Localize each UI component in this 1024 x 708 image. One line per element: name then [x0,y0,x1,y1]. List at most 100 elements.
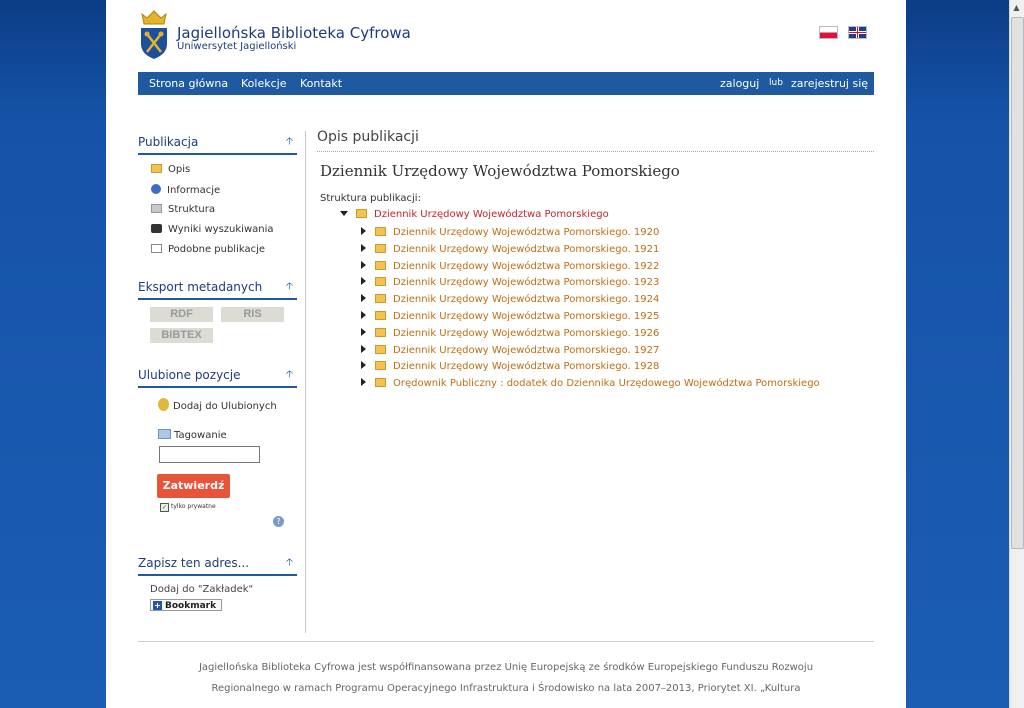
tree-child-label[interactable]: Dziennik Urzędowy Województwa Pomorskieg… [393,261,659,272]
tree-child-item[interactable]: Dziennik Urzędowy Województwa Pomorskieg… [361,227,659,238]
tree-child-item[interactable]: Dziennik Urzędowy Województwa Pomorskieg… [361,294,659,305]
sidebar-item-description[interactable]: Opis [151,164,190,175]
collapse-arrow-icon[interactable]: 🡡 [286,279,293,296]
tree-child-item[interactable]: Dziennik Urzędowy Województwa Pomorskieg… [361,244,659,255]
page: Jagiellońska Biblioteka Cyfrowa Uniwersy… [106,0,906,708]
folder-icon [151,164,162,173]
tree-child-item[interactable]: Dziennik Urzędowy Województwa Pomorskieg… [361,311,659,322]
publication-heading-label: Publikacja [138,135,199,149]
tagging-label: Tagowanie [158,429,227,441]
site-subtitle: Uniwersytet Jagielloński [177,41,297,52]
sidebar-item-label: Struktura [168,204,216,215]
vertical-scrollbar[interactable]: ▲ [1009,0,1024,708]
submit-button[interactable]: Zatwierdź [157,474,230,498]
folder-icon [375,277,386,286]
expand-right-arrow-icon[interactable] [361,345,366,353]
expand-right-arrow-icon[interactable] [361,261,366,269]
tree-child-label[interactable]: Dziennik Urzędowy Województwa Pomorskieg… [393,361,659,372]
info-icon [151,184,161,194]
tree-child-label[interactable]: Orędownik Publiczny : dodatek do Dzienni… [393,378,820,389]
nav-contact-link[interactable]: Kontakt [300,77,342,90]
tree-child-item[interactable]: Orędownik Publiczny : dodatek do Dzienni… [361,378,820,389]
folder-icon [375,227,386,236]
tree-child-label[interactable]: Dziennik Urzędowy Województwa Pomorskieg… [393,277,659,288]
export-bibtex-button[interactable]: BIBTEX [150,328,213,343]
tree-child-label[interactable]: Dziennik Urzędowy Województwa Pomorskieg… [393,244,659,255]
help-icon[interactable]: ? [273,516,284,527]
add-to-favorites-label: Dodaj do Ulubionych [173,401,277,412]
expand-right-arrow-icon[interactable] [361,328,366,336]
bookmark-button-label: Bookmark [165,601,217,611]
folder-icon [375,244,386,253]
expand-down-arrow-icon[interactable] [340,211,348,216]
private-only-checkbox[interactable]: ✓ tylko prywatne [160,503,216,512]
collapse-arrow-icon[interactable]: 🡡 [286,555,293,572]
tree-child-item[interactable]: Dziennik Urzędowy Województwa Pomorskieg… [361,261,659,272]
sidebar-item-label: Podobne publikacje [168,244,266,255]
bookmark-section-heading: Zapisz ten adres... 🡡 [138,556,297,576]
expand-right-arrow-icon[interactable] [361,378,366,386]
sidebar-item-search-results[interactable]: Wyniki wyszukiwania [151,224,274,235]
favorites-section-heading: Ulubione pozycje 🡡 [138,368,297,388]
favorites-heading-label: Ulubione pozycje [138,368,241,382]
collapse-arrow-icon[interactable]: 🡡 [286,134,293,151]
sidebar-item-label: Opis [168,164,191,175]
folder-icon [375,328,386,337]
structure-label: Struktura publikacji: [320,193,421,204]
folder-icon [375,261,386,270]
expand-right-arrow-icon[interactable] [361,311,366,319]
tree-child-label[interactable]: Dziennik Urzędowy Województwa Pomorskieg… [393,328,659,339]
polish-flag-icon[interactable] [819,26,838,39]
private-only-label: tylko prywatne [171,503,216,510]
top-navbar: Strona główna Kolekcje Kontakt zaloguj l… [138,72,874,95]
english-flag-icon[interactable] [848,26,867,39]
or-separator: lub [769,78,783,88]
tag-input[interactable] [159,446,260,463]
column-divider [305,131,306,633]
sidebar-item-information[interactable]: Informacje [151,184,220,196]
sidebar-item-similar[interactable]: Podobne publikacje [151,244,265,255]
expand-right-arrow-icon[interactable] [361,294,366,302]
tree-child-label[interactable]: Dziennik Urzędowy Województwa Pomorskieg… [393,345,659,356]
collapse-arrow-icon[interactable]: 🡡 [286,367,293,384]
university-crest-logo[interactable] [138,8,170,60]
folder-icon [356,209,367,218]
tree-child-item[interactable]: Dziennik Urzędowy Województwa Pomorskieg… [361,361,659,372]
nav-collections-link[interactable]: Kolekcje [241,77,286,90]
expand-right-arrow-icon[interactable] [361,277,366,285]
folder-icon [375,378,386,387]
tree-root-item[interactable]: Dziennik Urzędowy Województwa Pomorskieg… [340,209,609,220]
tree-child-item[interactable]: Dziennik Urzędowy Województwa Pomorskieg… [361,345,659,356]
folder-icon [375,294,386,303]
sidebar-item-structure[interactable]: Struktura [151,204,215,215]
login-link[interactable]: zaloguj [720,77,759,90]
scroll-up-arrow-icon[interactable]: ▲ [1010,0,1023,15]
expand-right-arrow-icon[interactable] [361,361,366,369]
export-heading-label: Eksport metadanych [138,280,263,294]
export-rdf-button[interactable]: RDF [150,307,213,322]
checkbox-checked-icon: ✓ [160,503,169,512]
tree-child-label[interactable]: Dziennik Urzędowy Województwa Pomorskieg… [393,311,659,322]
tree-root-label[interactable]: Dziennik Urzędowy Województwa Pomorskieg… [374,209,609,220]
site-title[interactable]: Jagiellońska Biblioteka Cyfrowa [177,24,411,42]
register-link[interactable]: zarejestruj się [791,77,868,90]
tree-child-label[interactable]: Dziennik Urzędowy Województwa Pomorskieg… [393,227,659,238]
nav-home-link[interactable]: Strona główna [149,77,228,90]
tree-child-item[interactable]: Dziennik Urzędowy Województwa Pomorskieg… [361,277,659,288]
footer-text-line: Jagiellońska Biblioteka Cyfrowa jest wsp… [198,662,814,673]
tree-child-label[interactable]: Dziennik Urzędowy Województwa Pomorskieg… [393,294,659,305]
plus-icon: + [153,601,162,610]
pages-icon [151,244,162,253]
bookmark-button[interactable]: + Bookmark [150,599,222,611]
add-to-favorites-link[interactable]: Dodaj do Ulubionych [158,398,277,412]
publication-title: Dziennik Urzędowy Województwa Pomorskieg… [320,162,680,180]
expand-right-arrow-icon[interactable] [361,227,366,235]
bookmark-label: Dodaj do "Zakładek" [150,584,254,595]
export-section-heading: Eksport metadanych 🡡 [138,280,297,300]
expand-right-arrow-icon[interactable] [361,244,366,252]
publication-section-heading: Publikacja 🡡 [138,135,297,155]
tree-child-item[interactable]: Dziennik Urzędowy Województwa Pomorskieg… [361,328,659,339]
scrollbar-thumb[interactable] [1011,17,1024,549]
footer-divider [138,641,874,642]
export-ris-button[interactable]: RIS [221,307,284,322]
